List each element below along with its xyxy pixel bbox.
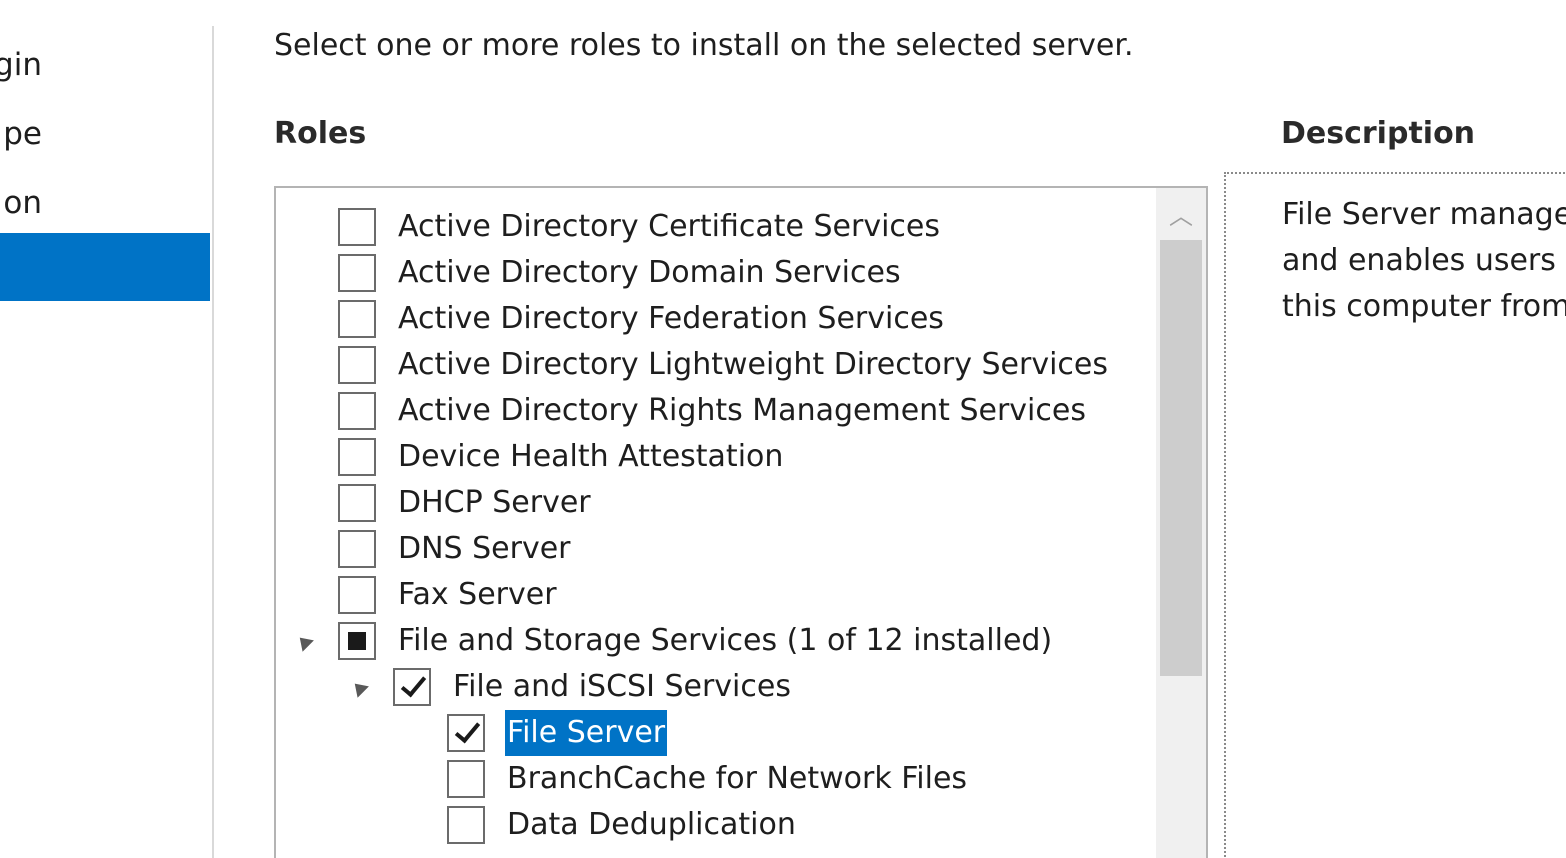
role-label[interactable]: Active Directory Domain Services bbox=[398, 250, 901, 296]
description-text: File Server manage and enables users t t… bbox=[1282, 197, 1566, 324]
role-label[interactable]: Active Directory Lightweight Directory S… bbox=[398, 342, 1108, 388]
role-label[interactable]: Fax Server bbox=[398, 572, 557, 618]
role-row[interactable]: Active Directory Rights Management Servi… bbox=[276, 388, 1156, 434]
role-checkbox[interactable] bbox=[338, 530, 376, 568]
role-checkbox[interactable] bbox=[338, 622, 376, 660]
roles-heading: Roles bbox=[274, 116, 367, 151]
role-label[interactable]: Active Directory Certificate Services bbox=[398, 204, 940, 250]
role-row[interactable]: Active Directory Lightweight Directory S… bbox=[276, 342, 1156, 388]
nav-item-server-roles-active[interactable] bbox=[0, 233, 210, 301]
role-row[interactable]: Active Directory Domain Services bbox=[276, 250, 1156, 296]
role-row[interactable]: Active Directory Certificate Services bbox=[276, 204, 1156, 250]
role-label[interactable]: File and Storage Services (1 of 12 insta… bbox=[398, 618, 1052, 664]
role-row[interactable]: Data Deduplication bbox=[276, 802, 1156, 848]
role-checkbox[interactable] bbox=[338, 300, 376, 338]
role-checkbox[interactable] bbox=[447, 806, 485, 844]
scroll-thumb[interactable] bbox=[1160, 240, 1202, 676]
add-roles-wizard-page: gin pe on Select one or more roles to in… bbox=[0, 0, 1566, 858]
role-label[interactable]: Data Deduplication bbox=[507, 802, 796, 848]
vertical-scrollbar[interactable]: ︿ bbox=[1156, 188, 1206, 858]
role-row[interactable]: Fax Server bbox=[276, 572, 1156, 618]
role-checkbox[interactable] bbox=[338, 392, 376, 430]
nav-item-2[interactable]: pe bbox=[0, 100, 210, 168]
role-label[interactable]: File and iSCSI Services bbox=[453, 664, 791, 710]
wizard-navigation: gin pe on bbox=[0, 0, 212, 858]
role-row[interactable]: File and Storage Services (1 of 12 insta… bbox=[276, 618, 1156, 664]
role-checkbox[interactable] bbox=[338, 254, 376, 292]
nav-item-label: pe bbox=[3, 116, 42, 152]
roles-tree-list[interactable]: Active Directory Certificate Services Act… bbox=[274, 186, 1208, 858]
role-label[interactable]: Active Directory Federation Services bbox=[398, 296, 944, 342]
role-checkbox[interactable] bbox=[393, 668, 431, 706]
role-label[interactable]: Active Directory Rights Management Servi… bbox=[398, 388, 1086, 434]
expand-triangle-icon[interactable] bbox=[349, 677, 369, 698]
role-checkbox[interactable] bbox=[447, 714, 485, 752]
role-row[interactable]: BranchCache for Network Files bbox=[276, 756, 1156, 802]
nav-item-1[interactable]: gin bbox=[0, 31, 210, 99]
role-row[interactable]: File and iSCSI Services bbox=[276, 664, 1156, 710]
role-label[interactable]: DNS Server bbox=[398, 526, 571, 572]
instruction-text: Select one or more roles to install on t… bbox=[274, 28, 1134, 63]
nav-item-label: gin bbox=[0, 47, 42, 83]
role-label[interactable]: DHCP Server bbox=[398, 480, 591, 526]
role-label[interactable]: File Server bbox=[505, 710, 668, 756]
role-checkbox[interactable] bbox=[447, 760, 485, 798]
roles-list: Active Directory Certificate Services Act… bbox=[276, 188, 1156, 858]
role-checkbox[interactable] bbox=[338, 484, 376, 522]
role-label[interactable]: Device Health Attestation bbox=[398, 434, 783, 480]
role-row[interactable]: Device Health Attestation bbox=[276, 434, 1156, 480]
nav-divider bbox=[212, 26, 214, 858]
scroll-up-icon[interactable]: ︿ bbox=[1156, 188, 1206, 238]
role-checkbox[interactable] bbox=[338, 576, 376, 614]
role-checkbox[interactable] bbox=[338, 208, 376, 246]
nav-item-label: on bbox=[3, 185, 42, 221]
expand-triangle-icon[interactable] bbox=[294, 631, 314, 652]
description-heading: Description bbox=[1281, 116, 1476, 151]
description-panel: File Server manage and enables users t t… bbox=[1224, 172, 1566, 858]
role-row[interactable]: Active Directory Federation Services bbox=[276, 296, 1156, 342]
role-label[interactable]: BranchCache for Network Files bbox=[507, 756, 967, 802]
role-checkbox[interactable] bbox=[338, 438, 376, 476]
role-checkbox[interactable] bbox=[338, 346, 376, 384]
role-row[interactable]: DHCP Server bbox=[276, 480, 1156, 526]
role-row[interactable]: DNS Server bbox=[276, 526, 1156, 572]
role-row[interactable]: File Server bbox=[276, 710, 1156, 756]
nav-item-3[interactable]: on bbox=[0, 169, 210, 237]
